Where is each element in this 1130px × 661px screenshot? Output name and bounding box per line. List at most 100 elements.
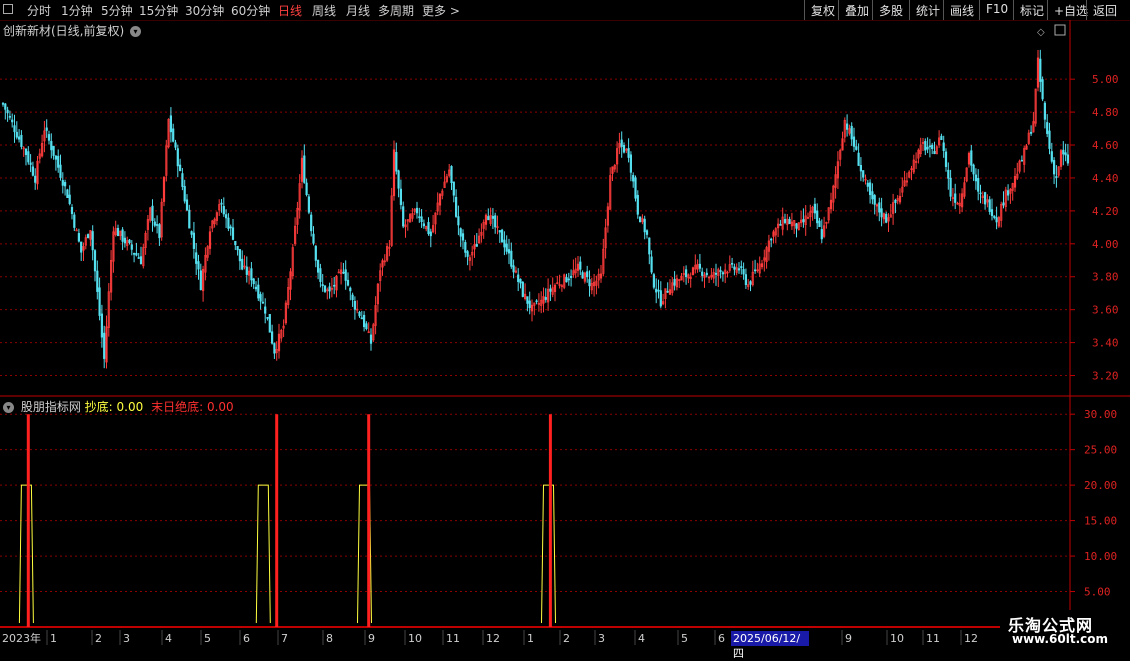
x-month-label: 7: [281, 632, 288, 645]
candle-body: [360, 317, 363, 320]
candle-body: [91, 231, 94, 251]
candle-body: [87, 234, 90, 239]
x-month-label: 10: [408, 632, 422, 645]
candle-body: [45, 127, 48, 131]
main-y-tick-label: 5.00: [1092, 73, 1119, 86]
candle-body: [457, 216, 460, 226]
candle-body: [353, 301, 357, 310]
main-y-tick-label: 3.60: [1092, 304, 1119, 317]
candle-body: [737, 268, 741, 271]
candle-body: [156, 224, 159, 226]
buy-signal-bar: [18, 484, 34, 624]
candle-body: [264, 306, 267, 314]
candle-body: [429, 231, 432, 237]
candle-body: [268, 314, 271, 333]
candle-body: [519, 278, 522, 284]
main-y-tick-label: 4.20: [1092, 205, 1119, 218]
candle-body: [130, 244, 133, 250]
candle-body: [648, 237, 651, 255]
candle-body: [643, 218, 646, 233]
candle-body: [241, 258, 244, 270]
candle-body: [586, 271, 589, 278]
candle-body: [740, 266, 743, 269]
candle-body: [185, 199, 189, 211]
candle-body: [714, 272, 718, 275]
candle-body: [57, 155, 60, 168]
candle-body: [399, 188, 403, 205]
x-month-label: 8: [326, 632, 333, 645]
candle-body: [652, 274, 655, 288]
candle-body: [116, 227, 120, 237]
candle-body: [59, 164, 62, 178]
candle-body: [974, 174, 977, 182]
candle-body: [169, 115, 173, 133]
candle-body: [199, 270, 202, 291]
candle-body: [705, 272, 708, 276]
watermark: 乐淘公式网 www.60lt.com: [1000, 610, 1130, 650]
candle-body: [510, 250, 513, 267]
candle-body: [333, 284, 336, 287]
indicator-value-2: 0.00: [206, 400, 234, 414]
candle-body: [622, 145, 626, 153]
candle-body: [450, 166, 453, 184]
candle-body: [744, 274, 747, 285]
candle-body: [565, 277, 568, 283]
x-month-label: 2: [563, 632, 570, 645]
candle-body: [66, 189, 69, 198]
candle-body: [779, 224, 782, 226]
panel-toggle-icon: [1054, 24, 1066, 36]
candle-body: [402, 206, 405, 227]
candle-body: [954, 193, 957, 203]
candle-body: [123, 237, 126, 244]
candle-body: [627, 148, 630, 158]
candle-body: [103, 332, 106, 359]
candle-body: [252, 278, 255, 285]
candle-body: [31, 166, 34, 176]
candle-body: [365, 323, 368, 329]
candle-body: [926, 146, 929, 150]
candle-body: [507, 249, 511, 254]
chevron-down-icon[interactable]: ▾: [3, 402, 14, 413]
candle-body: [1053, 160, 1056, 175]
candle-body: [871, 191, 874, 200]
candle-body: [229, 226, 232, 229]
candle-body: [944, 151, 948, 167]
x-month-label: 3: [123, 632, 130, 645]
candle-body: [684, 269, 688, 278]
candle-body: [498, 230, 501, 233]
candle-body: [719, 270, 722, 272]
candle-body: [638, 216, 642, 223]
candle-body: [990, 209, 994, 217]
x-month-label: 12: [486, 632, 500, 645]
candle-body: [878, 202, 881, 213]
candle-body: [1062, 149, 1065, 155]
candle-body: [27, 151, 30, 163]
candle-body: [133, 253, 136, 255]
candle-body: [512, 265, 515, 273]
candle-body: [461, 233, 465, 241]
candle-body: [567, 278, 570, 281]
candle-body: [34, 175, 37, 183]
candle-body: [64, 182, 67, 187]
candle-body: [698, 263, 701, 269]
candle-body: [80, 241, 83, 253]
candle-body: [862, 170, 865, 178]
candlestick-chart[interactable]: 3.20 3.40 3.60 3.80 4.00 4.20 4.40 4.60 4.80 5.00…: [0, 0, 1130, 650]
candle-body: [783, 219, 787, 223]
candle-body: [307, 196, 311, 213]
candle-body: [98, 287, 101, 316]
candle-body: [128, 239, 131, 243]
candle-body: [397, 170, 400, 189]
candle-body: [993, 215, 996, 218]
indicator-y-tick-label: 20.00: [1084, 479, 1117, 492]
candle-body: [52, 145, 55, 156]
candle-body: [70, 207, 74, 214]
diamond-icon: ◇: [1037, 27, 1045, 38]
main-y-tick-label: 4.00: [1092, 238, 1119, 251]
candle-body: [666, 290, 669, 293]
candle-body: [452, 181, 455, 196]
candle-body: [972, 164, 975, 175]
candle-body: [358, 311, 361, 317]
candle-body: [813, 203, 816, 214]
candle-body: [933, 150, 936, 154]
